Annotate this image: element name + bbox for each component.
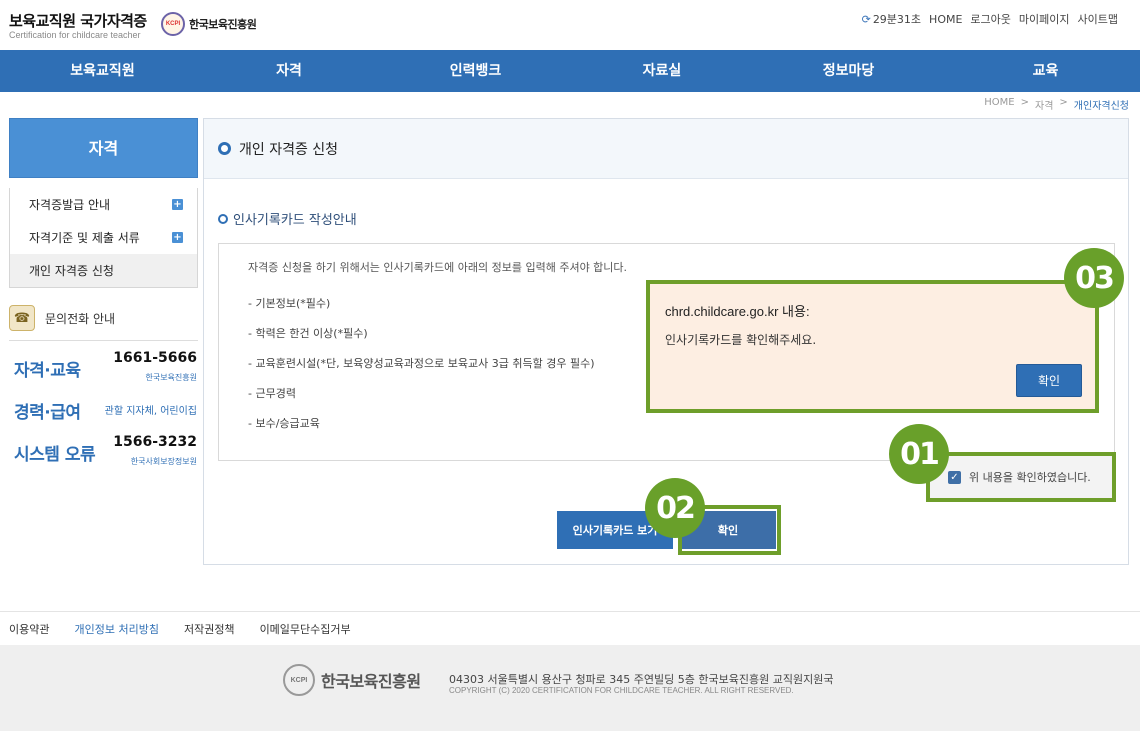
step-badge-01: 01 [889,424,949,484]
utility-links: ⟳ 29분31초 HOME 로그아웃 마이페이지 사이트맵 [862,11,1118,27]
footer-logo: KCPI 한국보육진흥원 [283,664,421,696]
main-nav: 보육교직원 자격 인력뱅크 자료실 정보마당 교육 [0,50,1140,92]
sidebar: 자격 자격증발급 안내 + 자격기준 및 제출 서류 + 개인 자격증 신청 [9,118,198,288]
sidebar-title: 자격 [9,118,198,178]
breadcrumb-sep: > [1020,97,1029,108]
footer-links: 이용약관 개인정보 처리방침 저작권정책 이메일무단수집거부 [9,621,351,637]
util-link-mypage[interactable]: 마이페이지 [1019,11,1070,27]
page-title-bar: 개인 자격증 신청 [204,119,1128,179]
session-timer[interactable]: ⟳ 29분31초 [862,11,921,27]
step-badge-02: 02 [645,478,705,538]
util-link-logout[interactable]: 로그아웃 [970,11,1010,27]
contact-label: 시스템 오류 [14,445,96,465]
section-title-label: 인사기록카드 작성안내 [233,213,357,228]
sidebar-item-standards[interactable]: 자격기준 및 제출 서류 + [10,221,197,254]
breadcrumb-current: 개인자격신청 [1073,101,1129,112]
footer-link-privacy[interactable]: 개인정보 처리방침 [74,621,158,637]
bullet-ring-icon [218,142,231,155]
kcpi-logo-icon: KCPI [283,664,315,696]
site-subtitle: Certification for childcare teacher [9,30,141,40]
contact-org: 한국보육진흥원 [145,373,197,382]
contact-heading: ☎ 문의전화 안내 [9,305,115,331]
session-timer-value: 29분31초 [872,13,922,26]
util-link-sitemap[interactable]: 사이트맵 [1078,11,1118,27]
footer-divider [0,611,1140,612]
breadcrumb-home[interactable]: HOME [984,97,1014,112]
plus-icon[interactable]: + [172,232,183,243]
contact-education: 자격·교육 1661-5666 한국보육진흥원 [14,348,197,388]
list-item: - 근무경력 [248,387,296,400]
contact-career: 경력·급여 관할 지자체, 어린이집 [14,396,197,426]
page-title: 개인 자격증 신청 [239,141,339,158]
breadcrumb: HOME > 자격 > 개인자격신청 [984,97,1129,112]
plus-icon[interactable]: + [172,199,183,210]
highlight-box-01 [926,452,1116,502]
footer-logo-name: 한국보육진흥원 [321,672,421,691]
list-item: - 학력은 한건 이상(*필수) [248,327,368,340]
sidebar-item-label: 자격증발급 안내 [29,198,111,212]
refresh-icon: ⟳ [861,12,871,26]
list-item: - 기본정보(*필수) [248,297,331,310]
org-logo[interactable]: KCPI 한국보육진흥원 [161,12,257,36]
phone-icon: ☎ [9,305,35,331]
contact-number: 1566-3232 [113,434,197,450]
nav-item-resources[interactable]: 자료실 [578,50,746,92]
contact-org: 한국사회보장정보원 [130,457,197,466]
footer-address: 04303 서울특별시 용산구 청파로 345 주연빌딩 5층 한국보육진흥원 … [449,673,834,686]
highlight-box-03 [646,280,1099,413]
nav-item-education[interactable]: 교육 [951,50,1140,92]
footer-link-terms[interactable]: 이용약관 [9,621,49,637]
sidebar-item-personal-application[interactable]: 개인 자격증 신청 [10,254,197,287]
nav-item-talent-bank[interactable]: 인력뱅크 [373,50,578,92]
nav-item-staff[interactable]: 보육교직원 [0,50,205,92]
sidebar-item-label: 개인 자격증 신청 [29,264,114,278]
contact-heading-label: 문의전화 안내 [45,311,116,326]
divider [9,340,198,341]
sidebar-item-label: 자격기준 및 제출 서류 [29,231,140,245]
breadcrumb-sep: > [1059,97,1068,108]
util-link-home[interactable]: HOME [929,13,962,26]
section-title: 인사기록카드 작성안내 [218,209,357,228]
contact-number: 1661-5666 [113,350,197,366]
footer-link-email-refusal[interactable]: 이메일무단수집거부 [260,621,351,637]
info-intro: 자격증 신청을 하기 위해서는 인사기록카드에 아래의 정보를 입력해 주셔야 … [248,261,628,274]
contact-label: 경력·급여 [14,403,81,423]
kcpi-logo-icon: KCPI [161,12,185,36]
step-badge-03: 03 [1064,248,1124,308]
contact-label: 자격·교육 [14,361,81,381]
nav-item-qualification[interactable]: 자격 [205,50,373,92]
footer-link-copyright[interactable]: 저작권정책 [184,621,235,637]
contact-system-error: 시스템 오류 1566-3232 한국사회보장정보원 [14,432,197,472]
contact-note: 관할 지자체, 어린이집 [104,406,197,417]
nav-item-info[interactable]: 정보마당 [746,50,951,92]
org-logo-name: 한국보육진흥원 [189,18,257,31]
footer-copyright: COPYRIGHT (C) 2020 CERTIFICATION FOR CHI… [449,686,794,695]
bullet-ring-icon [218,213,228,224]
list-item: - 보수/승급교육 [248,417,320,430]
breadcrumb-qualification[interactable]: 자격 [1035,97,1053,112]
sidebar-menu: 자격증발급 안내 + 자격기준 및 제출 서류 + 개인 자격증 신청 [9,188,198,288]
list-item: - 교육훈련시설(*단, 보육양성교육과정으로 보육교사 3급 취득할 경우 필… [248,357,595,370]
site-title[interactable]: 보육교직원 국가자격증 [9,10,147,31]
info-list: - 기본정보(*필수) - 학력은 한건 이상(*필수) - 교육훈련시설(*단… [248,295,595,445]
sidebar-item-issuance-guide[interactable]: 자격증발급 안내 + [10,188,197,221]
